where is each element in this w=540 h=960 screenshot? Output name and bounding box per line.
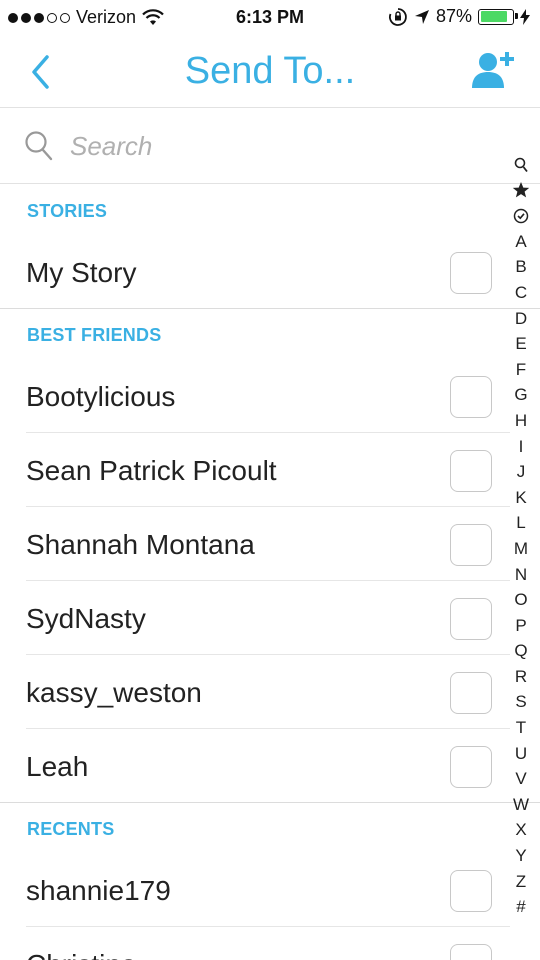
index-letter[interactable]: X	[508, 817, 534, 843]
list-item-name: Christina	[26, 949, 136, 960]
list-item-name: Bootylicious	[26, 381, 176, 412]
index-letter[interactable]: N	[508, 562, 534, 588]
index-letter[interactable]: I	[508, 434, 534, 460]
index-letter[interactable]: A	[508, 229, 534, 255]
search-input[interactable]	[70, 126, 470, 166]
list-item-name: Leah	[26, 751, 89, 782]
index-letter[interactable]: E	[508, 331, 534, 357]
index-letter[interactable]: O	[508, 587, 534, 613]
list-item[interactable]: shannie179	[0, 853, 510, 927]
index-letter[interactable]: F	[508, 357, 534, 383]
list-item-name: SydNasty	[26, 603, 146, 634]
index-letter[interactable]: G	[508, 382, 534, 408]
list-item-name: Shannah Montana	[26, 529, 255, 560]
battery-percent: 87%	[435, 6, 472, 26]
select-checkbox[interactable]	[450, 944, 492, 960]
index-letter[interactable]: B	[508, 254, 534, 280]
index-letter[interactable]: L	[508, 510, 534, 536]
charging-bolt-icon	[520, 8, 530, 25]
select-checkbox[interactable]	[450, 450, 492, 492]
location-arrow-icon	[414, 9, 429, 24]
list-item-name: shannie179	[26, 875, 171, 906]
search-bar	[0, 108, 540, 184]
list-item[interactable]: Leah	[0, 729, 540, 803]
list-item[interactable]: My Story	[0, 235, 540, 309]
section-header-recents: RECENTS	[27, 819, 115, 839]
list-item[interactable]: kassy_weston	[0, 655, 510, 729]
list-item[interactable]: Shannah Montana	[0, 507, 510, 581]
list-item-name: kassy_weston	[26, 677, 202, 708]
list-item[interactable]: Sean Patrick Picoult	[0, 433, 510, 507]
search-icon	[25, 131, 53, 161]
select-checkbox[interactable]	[450, 598, 492, 640]
index-star-icon[interactable]	[508, 178, 534, 204]
select-checkbox[interactable]	[450, 672, 492, 714]
index-letter[interactable]: C	[508, 280, 534, 306]
index-letter[interactable]: Q	[508, 638, 534, 664]
index-letter[interactable]: S	[508, 689, 534, 715]
list-item-name: Sean Patrick Picoult	[26, 455, 277, 486]
index-letter[interactable]: U	[508, 741, 534, 767]
index-letter[interactable]: W	[508, 792, 534, 818]
section-header-best-friends: BEST FRIENDS	[27, 325, 162, 345]
index-letter[interactable]: J	[508, 459, 534, 485]
section-header-stories: STORIES	[27, 201, 108, 221]
add-friend-button[interactable]	[470, 48, 520, 94]
list-item[interactable]: Bootylicious	[0, 359, 510, 433]
index-letter[interactable]: D	[508, 306, 534, 332]
index-letter[interactable]: K	[508, 485, 534, 511]
list-item-name: My Story	[26, 257, 137, 288]
select-checkbox[interactable]	[450, 746, 492, 788]
add-friend-icon	[472, 52, 514, 88]
battery-icon	[478, 8, 518, 25]
page-title: Send To...	[184, 50, 356, 92]
select-checkbox[interactable]	[450, 524, 492, 566]
index-letter[interactable]: H	[508, 408, 534, 434]
recipient-list: STORIES My Story BEST FRIENDS Bootylicio…	[0, 185, 540, 960]
select-checkbox[interactable]	[450, 376, 492, 418]
rotation-lock-icon	[389, 7, 407, 26]
index-letter[interactable]: R	[508, 664, 534, 690]
index-recent-icon[interactable]	[508, 203, 534, 229]
select-checkbox[interactable]	[450, 870, 492, 912]
nav-bar: Send To...	[0, 36, 540, 108]
select-checkbox[interactable]	[450, 252, 492, 294]
status-right: 87%	[388, 6, 530, 27]
list-item[interactable]: Christina	[0, 927, 510, 960]
index-search-icon[interactable]	[508, 152, 534, 178]
index-letter[interactable]: V	[508, 766, 534, 792]
index-letter[interactable]: T	[508, 715, 534, 741]
index-letter[interactable]: M	[508, 536, 534, 562]
list-item[interactable]: SydNasty	[0, 581, 510, 655]
index-letter[interactable]: P	[508, 613, 534, 639]
status-bar: Verizon 6:13 PM 87%	[0, 0, 540, 36]
index-letter[interactable]: Y	[508, 843, 534, 869]
index-letter[interactable]: Z	[508, 869, 534, 895]
alphabet-index-bar[interactable]: A B C D E F G H I J K L M N O P Q R S T U V W X Y Z #	[508, 152, 534, 920]
index-letter[interactable]: #	[508, 894, 534, 920]
